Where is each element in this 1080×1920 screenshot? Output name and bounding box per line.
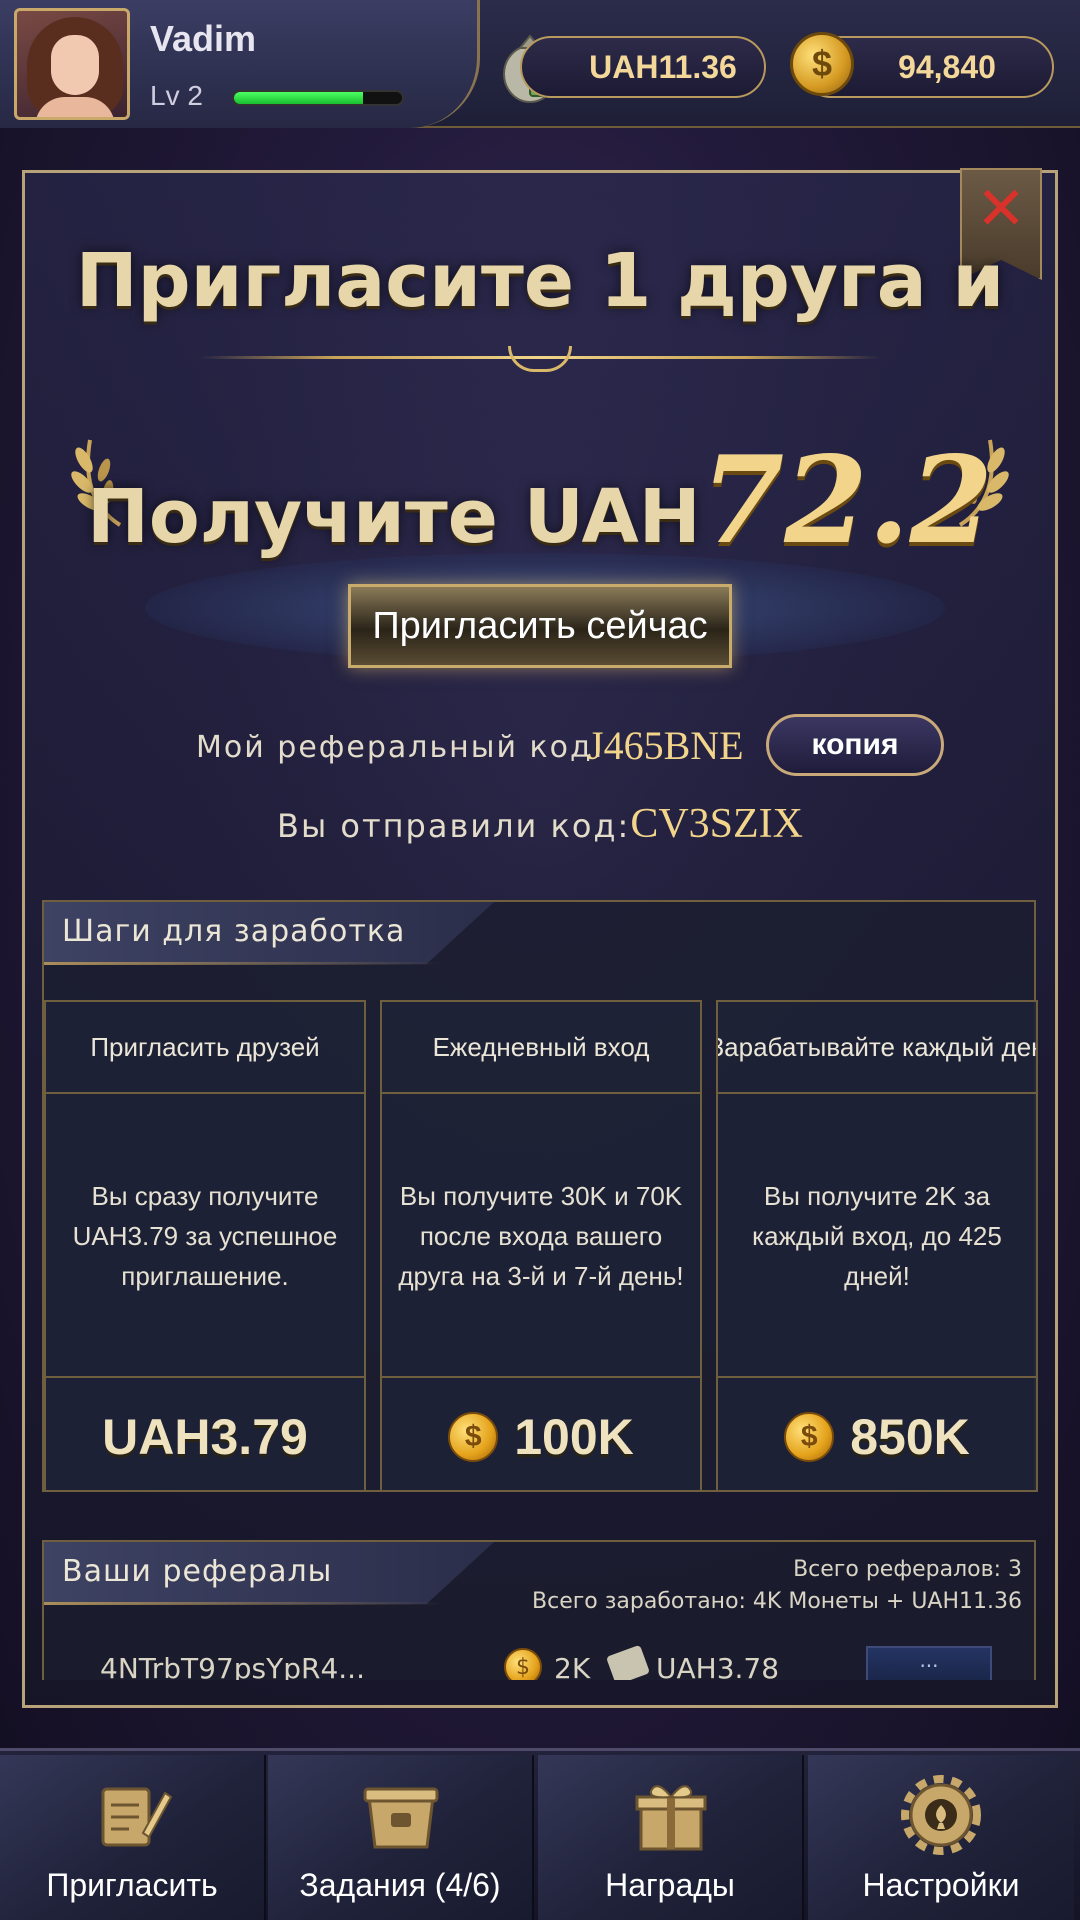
copy-code-button[interactable]: копия: [766, 714, 944, 776]
gift-icon: [635, 1785, 707, 1851]
promo-reward-amount: 72.2: [700, 430, 993, 571]
my-referral-code: J465BNE: [588, 723, 744, 768]
referral-coins: 2K: [554, 1652, 591, 1680]
promo-headline-prefix: Получите UAH: [87, 474, 701, 560]
profile-plate[interactable]: Vadim Lv 2: [0, 0, 480, 128]
step-reward: $ 100K: [382, 1382, 700, 1492]
xp-progress-bar: [232, 90, 404, 106]
invite-now-button[interactable]: Пригласить сейчас: [348, 584, 732, 668]
referral-list-item[interactable]: 4NTrbT97psYpR4... $ 2K UAH3.78 ...: [44, 1644, 1034, 1680]
step-reward-value: UAH3.79: [102, 1409, 308, 1465]
nav-label: Награды: [605, 1867, 735, 1903]
cash-icon: [605, 1644, 651, 1680]
sent-code: CV3SZIX: [630, 801, 804, 847]
nav-item-settings[interactable]: Настройки: [808, 1755, 1074, 1920]
step-description: Вы получите 2K за каждый вход, до 425 дн…: [718, 1096, 1036, 1378]
my-referral-code-row: Мой реферальный код: J465BNE копия: [0, 714, 1080, 784]
referrals-section-title: Ваши рефералы: [62, 1554, 333, 1589]
referrals-section[interactable]: Ваши рефералы Всего рефералов: 3 Всего з…: [42, 1540, 1036, 1680]
step-title: Ежедневный вход: [382, 1002, 700, 1094]
nav-item-rewards[interactable]: Награды: [538, 1755, 804, 1920]
step-description: Вы сразу получите UAH3.79 за успешное пр…: [46, 1096, 364, 1378]
step-reward-value: 850K: [850, 1409, 970, 1465]
my-referral-code-label: Мой реферальный код:: [196, 730, 605, 765]
nav-item-invite[interactable]: Пригласить: [0, 1755, 266, 1920]
step-card-invite: Пригласить друзей Вы сразу получите UAH3…: [44, 1000, 366, 1492]
step-reward: $ 850K: [718, 1382, 1036, 1492]
promo-headline-line1: Пригласите 1 друга и: [75, 238, 1005, 324]
promo-headline-line2: Получите UAH72.2: [0, 430, 1080, 571]
coin-icon: $: [448, 1412, 499, 1462]
nav-item-tasks[interactable]: Задания (4/6): [268, 1755, 534, 1920]
step-description: Вы получите 30K и 70K после входа вашего…: [382, 1096, 700, 1378]
steps-section-title: Шаги для заработка: [62, 914, 406, 949]
cash-balance-value: UAH11.36: [589, 48, 737, 85]
step-reward: UAH3.79: [46, 1382, 364, 1492]
referral-action-button[interactable]: ...: [866, 1646, 992, 1680]
nav-label: Пригласить: [46, 1867, 218, 1903]
total-referrals: Всего рефералов: 3: [793, 1557, 1022, 1582]
avatar[interactable]: [14, 8, 130, 120]
referrals-section-tab-edge: [44, 1602, 444, 1605]
coin-icon: $: [504, 1648, 542, 1680]
coin-balance-value: 94,840: [898, 48, 996, 85]
nav-label: Настройки: [862, 1867, 1020, 1903]
step-card-daily-login: Ежедневный вход Вы получите 30K и 70K по…: [380, 1000, 702, 1492]
player-level: Lv 2: [150, 80, 203, 111]
bottom-navigation: Пригласить Задания (4/6) Награды Настрой…: [0, 1748, 1080, 1920]
total-earned: Всего заработано: 4K Монеты + UAH11.36: [532, 1589, 1022, 1614]
referral-stats: Всего рефералов: 3 Всего заработано: 4K …: [532, 1554, 1022, 1618]
coin-icon: $: [784, 1412, 835, 1462]
step-title: Пригласить друзей: [46, 1002, 364, 1094]
cash-balance[interactable]: UAH11.36: [520, 36, 766, 98]
step-card-earn-daily: Зарабатывайте каждый ден Вы получите 2K …: [716, 1000, 1038, 1492]
player-name: Vadim: [150, 18, 257, 59]
top-bar: Vadim Lv 2 UAH11.36 94,840 $: [0, 0, 1080, 128]
coin-icon: $: [790, 32, 854, 96]
step-reward-value: 100K: [514, 1409, 634, 1465]
referral-id: 4NTrbT97psYpR4...: [100, 1652, 365, 1680]
referral-cash: UAH3.78: [656, 1652, 780, 1680]
avatar-face: [51, 35, 99, 95]
steps-section: Шаги для заработка Пригласить друзей Вы …: [42, 900, 1038, 1492]
tasks-icon: [363, 1787, 439, 1849]
nav-label: Задания (4/6): [299, 1867, 501, 1903]
settings-icon: [901, 1775, 981, 1855]
sent-code-row: Вы отправили код:CV3SZIX: [0, 800, 1080, 848]
step-title: Зарабатывайте каждый ден: [718, 1002, 1036, 1094]
steps-section-tab-edge: [44, 962, 444, 965]
close-icon[interactable]: ✕: [974, 179, 1028, 239]
xp-progress-fill: [234, 92, 364, 104]
sent-code-label: Вы отправили код:: [276, 807, 631, 845]
invite-icon: [101, 1787, 173, 1847]
